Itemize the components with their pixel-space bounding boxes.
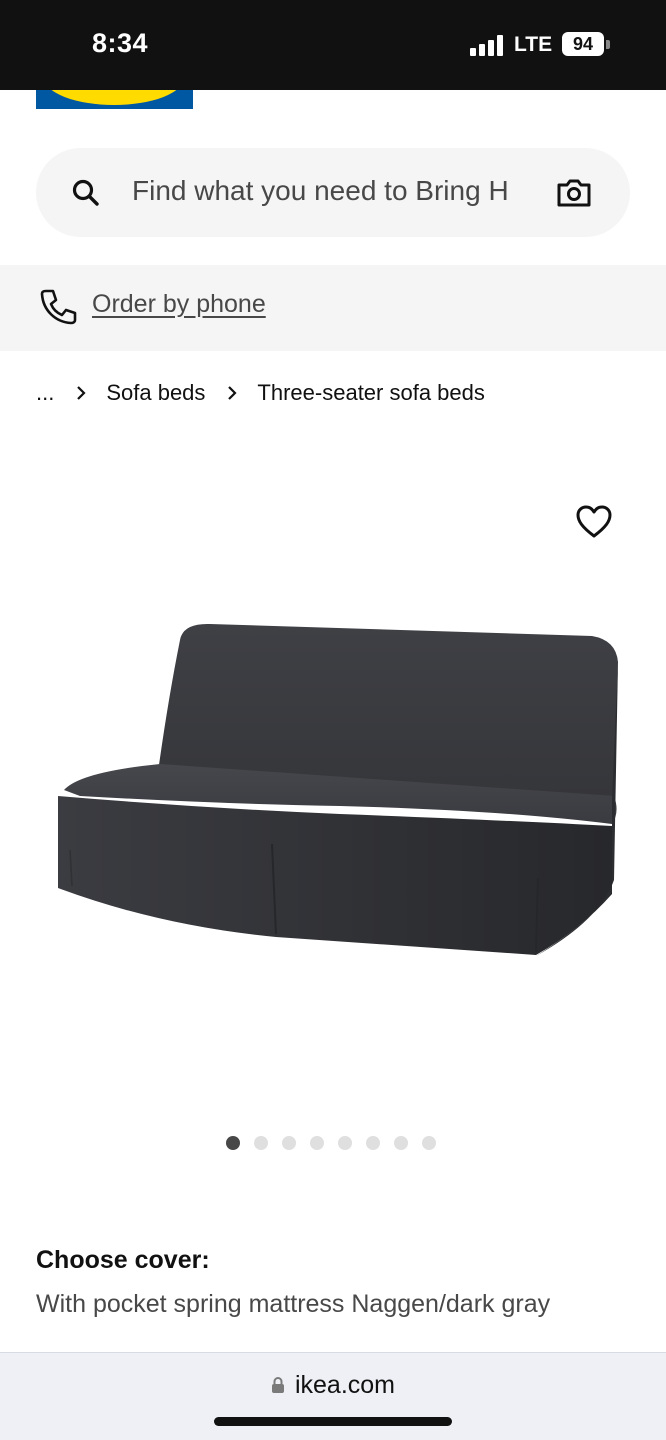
breadcrumb-item-sofa-beds[interactable]: Sofa beds <box>106 380 205 406</box>
logo-oval <box>44 90 184 105</box>
carousel-dot-4[interactable] <box>310 1136 324 1150</box>
product-image[interactable] <box>40 600 640 980</box>
battery-tip <box>606 40 610 49</box>
image-carousel-dots <box>226 1136 436 1152</box>
url-text: ikea.com <box>294 1371 396 1399</box>
browser-address-bar[interactable]: ikea.com <box>0 1352 666 1440</box>
order-by-phone-link[interactable]: Order by phone <box>92 290 266 319</box>
status-time: 8:34 <box>92 28 149 58</box>
carousel-dot-1[interactable] <box>226 1136 240 1150</box>
phone-icon <box>40 289 77 325</box>
breadcrumb-item-three-seater[interactable]: Three-seater sofa beds <box>257 380 484 406</box>
search-icon[interactable] <box>70 177 102 209</box>
order-by-phone-bar: Order by phone <box>0 265 666 351</box>
search-bar[interactable]: Find what you need to Bring H <box>36 148 630 237</box>
carousel-dot-3[interactable] <box>282 1136 296 1150</box>
heart-icon[interactable] <box>576 505 612 539</box>
chevron-right-icon <box>223 382 241 404</box>
network-type: LTE <box>514 33 553 56</box>
url-display[interactable]: ikea.com <box>0 1371 666 1400</box>
ikea-logo[interactable] <box>36 90 193 109</box>
search-input[interactable]: Find what you need to Bring H <box>132 175 532 207</box>
carousel-dot-8[interactable] <box>422 1136 436 1150</box>
carousel-dot-7[interactable] <box>394 1136 408 1150</box>
choose-cover-value[interactable]: With pocket spring mattress Naggen/dark … <box>36 1290 550 1319</box>
battery-icon: 94 <box>562 32 604 56</box>
carousel-dot-2[interactable] <box>254 1136 268 1150</box>
signal-icon <box>470 34 506 56</box>
status-bar: 8:34 LTE 94 <box>0 0 666 90</box>
carousel-dot-5[interactable] <box>338 1136 352 1150</box>
camera-icon[interactable] <box>556 176 592 208</box>
home-indicator[interactable] <box>214 1417 452 1426</box>
chevron-right-icon <box>72 382 90 404</box>
carousel-dot-6[interactable] <box>366 1136 380 1150</box>
breadcrumb: ... Sofa beds Three-seater sofa beds <box>36 378 485 408</box>
breadcrumb-ellipsis[interactable]: ... <box>36 380 54 406</box>
lock-icon <box>271 1377 284 1393</box>
choose-cover-label: Choose cover: <box>36 1246 210 1274</box>
